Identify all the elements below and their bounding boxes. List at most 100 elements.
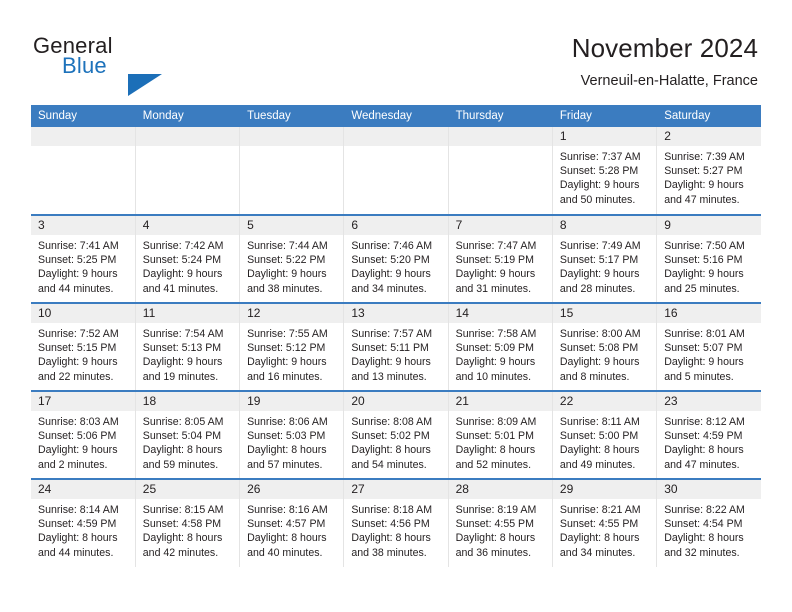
calendar-day-cell[interactable]: 16 Sunrise: 8:01 AM Sunset: 5:07 PM Dayligh…	[656, 302, 761, 391]
calendar-day-cell[interactable]: 12 Sunrise: 7:55 AM Sunset: 5:12 PM Dayligh…	[239, 302, 345, 391]
day-detail-sunset: Sunset: 5:00 PM	[559, 430, 639, 443]
day-detail-daylight-1: Daylight: 8 hours	[559, 532, 640, 545]
day-detail-sunset: Sunset: 5:24 PM	[142, 254, 222, 267]
calendar-day-cell[interactable]: 11 Sunrise: 7:54 AM Sunset: 5:13 PM Dayligh…	[135, 302, 241, 391]
calendar-day-cell[interactable]: 9 Sunrise: 7:50 AM Sunset: 5:16 PM Daylight…	[656, 214, 761, 303]
day-detail-sunset: Sunset: 5:12 PM	[247, 342, 326, 355]
day-number: 20	[344, 392, 448, 411]
day-details: Sunrise: 8:00 AM Sunset: 5:08 PM Daylight:…	[553, 323, 656, 384]
calendar-week-row: 3 Sunrise: 7:41 AM Sunset: 5:25 PM Daylight…	[31, 214, 761, 303]
day-detail-sunrise: Sunrise: 8:11 AM	[559, 416, 640, 428]
page-title: November 2024	[571, 33, 758, 63]
day-detail-sunrise: Sunrise: 7:37 AM	[559, 151, 641, 163]
calendar-day-cell[interactable]: 21 Sunrise: 8:09 AM Sunset: 5:01 PM Dayligh…	[448, 390, 553, 479]
day-detail-daylight-1: Daylight: 9 hours	[351, 356, 431, 369]
day-details: Sunrise: 8:05 AM Sunset: 5:04 PM Daylight:…	[136, 411, 239, 472]
calendar-day-cell[interactable]: 19 Sunrise: 8:06 AM Sunset: 5:03 PM Dayligh…	[239, 390, 345, 479]
calendar-day-cell[interactable]: 3 Sunrise: 7:41 AM Sunset: 5:25 PM Daylight…	[31, 214, 136, 303]
calendar-day-cell[interactable]: 14 Sunrise: 7:58 AM Sunset: 5:09 PM Dayligh…	[448, 302, 553, 391]
day-detail-sunrise: Sunrise: 8:18 AM	[351, 504, 433, 516]
day-number: 11	[135, 304, 240, 323]
day-detail-sunset: Sunset: 4:56 PM	[351, 518, 430, 531]
calendar-day-cell[interactable]: 30 Sunrise: 8:22 AM Sunset: 4:54 PM Dayligh…	[656, 478, 761, 567]
day-number: 30	[657, 480, 761, 499]
day-detail-sunrise: Sunrise: 7:52 AM	[38, 328, 119, 340]
day-detail-sunset: Sunset: 4:58 PM	[142, 518, 222, 531]
calendar-page: General Blue November 2024 Verneuil-en-H…	[0, 0, 792, 612]
weekday-header-thursday: Thursday	[448, 105, 553, 127]
day-detail-sunset: Sunset: 5:06 PM	[38, 430, 117, 443]
day-details: Sunrise: 7:58 AM Sunset: 5:09 PM Daylight:…	[449, 323, 552, 384]
day-detail-daylight-2: and 19 minutes.	[142, 370, 219, 383]
calendar-day-cell[interactable]: 2 Sunrise: 7:39 AM Sunset: 5:27 PM Daylight…	[656, 127, 761, 215]
calendar-day-cell[interactable]: 1 Sunrise: 7:37 AM Sunset: 5:28 PM Daylight…	[552, 127, 658, 215]
day-detail-sunrise: Sunrise: 8:09 AM	[455, 416, 537, 428]
day-detail-daylight-2: and 10 minutes.	[455, 370, 532, 383]
day-details: Sunrise: 8:08 AM Sunset: 5:02 PM Daylight:…	[344, 411, 447, 472]
calendar-day-cell[interactable]: 7 Sunrise: 7:47 AM Sunset: 5:19 PM Daylight…	[448, 214, 553, 303]
calendar-week-row: 17 Sunrise: 8:03 AM Sunset: 5:06 PM Dayligh…	[31, 390, 761, 479]
day-number: 3	[31, 216, 135, 235]
day-detail-sunrise: Sunrise: 7:57 AM	[351, 328, 433, 340]
calendar-week-row: 24 Sunrise: 8:14 AM Sunset: 4:59 PM Dayligh…	[31, 478, 761, 567]
day-details: Sunrise: 8:19 AM Sunset: 4:55 PM Daylight:…	[449, 499, 552, 560]
day-number: 2	[657, 127, 761, 146]
day-number: 27	[344, 480, 448, 499]
calendar-day-cell[interactable]: 20 Sunrise: 8:08 AM Sunset: 5:02 PM Dayligh…	[343, 390, 449, 479]
calendar-day-cell[interactable]: 4 Sunrise: 7:42 AM Sunset: 5:24 PM Daylight…	[135, 214, 241, 303]
calendar-day-cell[interactable]: 22 Sunrise: 8:11 AM Sunset: 5:00 PM Dayligh…	[552, 390, 658, 479]
calendar-day-cell[interactable]: 25 Sunrise: 8:15 AM Sunset: 4:58 PM Dayligh…	[135, 478, 241, 567]
day-detail-sunrise: Sunrise: 8:14 AM	[38, 504, 119, 516]
day-details: Sunrise: 7:49 AM Sunset: 5:17 PM Daylight:…	[553, 235, 656, 296]
day-detail-sunrise: Sunrise: 8:12 AM	[664, 416, 745, 428]
day-detail-daylight-2: and 52 minutes.	[455, 458, 532, 471]
calendar-day-cell[interactable]: 28 Sunrise: 8:19 AM Sunset: 4:55 PM Dayligh…	[448, 478, 553, 567]
day-detail-daylight-2: and 16 minutes.	[247, 370, 323, 383]
day-number: 21	[448, 392, 552, 411]
day-details: Sunrise: 8:18 AM Sunset: 4:56 PM Daylight:…	[344, 499, 447, 560]
day-detail-daylight-1: Daylight: 8 hours	[142, 532, 223, 545]
day-detail-daylight-2: and 42 minutes.	[142, 546, 219, 559]
title-block: November 2024 Verneuil-en-Halatte, Franc…	[572, 32, 758, 90]
day-detail-daylight-1: Daylight: 9 hours	[142, 356, 223, 369]
day-detail-daylight-1: Daylight: 8 hours	[351, 532, 431, 545]
calendar-day-cell[interactable]: 29 Sunrise: 8:21 AM Sunset: 4:55 PM Dayligh…	[552, 478, 658, 567]
day-detail-daylight-2: and 25 minutes.	[664, 282, 740, 295]
calendar-day-cell[interactable]: 10 Sunrise: 7:52 AM Sunset: 5:15 PM Dayligh…	[31, 302, 136, 391]
calendar-day-cell[interactable]: 5 Sunrise: 7:44 AM Sunset: 5:22 PM Daylight…	[239, 214, 345, 303]
day-details: Sunrise: 8:06 AM Sunset: 5:03 PM Daylight:…	[240, 411, 343, 472]
day-details: Sunrise: 7:41 AM Sunset: 5:25 PM Daylight:…	[31, 235, 135, 296]
day-detail-sunrise: Sunrise: 8:21 AM	[559, 504, 641, 516]
day-detail-sunrise: Sunrise: 7:49 AM	[559, 240, 641, 252]
general-blue-logo[interactable]: General Blue	[33, 33, 263, 83]
day-detail-daylight-1: Daylight: 8 hours	[351, 444, 431, 457]
day-detail-sunset: Sunset: 5:16 PM	[664, 254, 743, 267]
calendar-day-cell[interactable]: 13 Sunrise: 7:57 AM Sunset: 5:11 PM Dayligh…	[343, 302, 449, 391]
calendar-day-cell[interactable]: 27 Sunrise: 8:18 AM Sunset: 4:56 PM Dayligh…	[343, 478, 449, 567]
day-detail-sunset: Sunset: 5:25 PM	[38, 254, 117, 267]
day-number: 25	[135, 480, 240, 499]
calendar-week-row: 10 Sunrise: 7:52 AM Sunset: 5:15 PM Dayligh…	[31, 302, 761, 391]
day-detail-sunrise: Sunrise: 7:54 AM	[142, 328, 224, 340]
calendar-day-cell[interactable]: 24 Sunrise: 8:14 AM Sunset: 4:59 PM Dayligh…	[31, 478, 136, 567]
day-detail-sunset: Sunset: 4:55 PM	[559, 518, 639, 531]
calendar-day-cell[interactable]: 15 Sunrise: 8:00 AM Sunset: 5:08 PM Dayligh…	[552, 302, 658, 391]
day-detail-daylight-1: Daylight: 9 hours	[247, 268, 327, 281]
day-detail-daylight-1: Daylight: 8 hours	[38, 532, 118, 545]
day-details: Sunrise: 8:01 AM Sunset: 5:07 PM Daylight:…	[657, 323, 761, 384]
calendar-day-cell[interactable]: 23 Sunrise: 8:12 AM Sunset: 4:59 PM Dayligh…	[656, 390, 761, 479]
day-number	[448, 127, 552, 146]
weekday-header-sunday: Sunday	[31, 105, 136, 127]
calendar-day-cell[interactable]: 17 Sunrise: 8:03 AM Sunset: 5:06 PM Dayligh…	[31, 390, 136, 479]
day-number: 13	[344, 304, 448, 323]
calendar-cell-empty	[448, 127, 553, 215]
calendar-day-cell[interactable]: 26 Sunrise: 8:16 AM Sunset: 4:57 PM Dayligh…	[239, 478, 345, 567]
day-detail-daylight-1: Daylight: 9 hours	[142, 268, 223, 281]
day-detail-daylight-1: Daylight: 9 hours	[559, 179, 640, 192]
calendar-day-cell[interactable]: 8 Sunrise: 7:49 AM Sunset: 5:17 PM Daylight…	[552, 214, 658, 303]
day-details: Sunrise: 8:03 AM Sunset: 5:06 PM Daylight:…	[31, 411, 135, 472]
calendar-day-cell[interactable]: 18 Sunrise: 8:05 AM Sunset: 5:04 PM Dayligh…	[135, 390, 241, 479]
calendar-day-cell[interactable]: 6 Sunrise: 7:46 AM Sunset: 5:20 PM Daylight…	[343, 214, 449, 303]
day-detail-daylight-2: and 49 minutes.	[559, 458, 636, 471]
day-number: 23	[657, 392, 761, 411]
